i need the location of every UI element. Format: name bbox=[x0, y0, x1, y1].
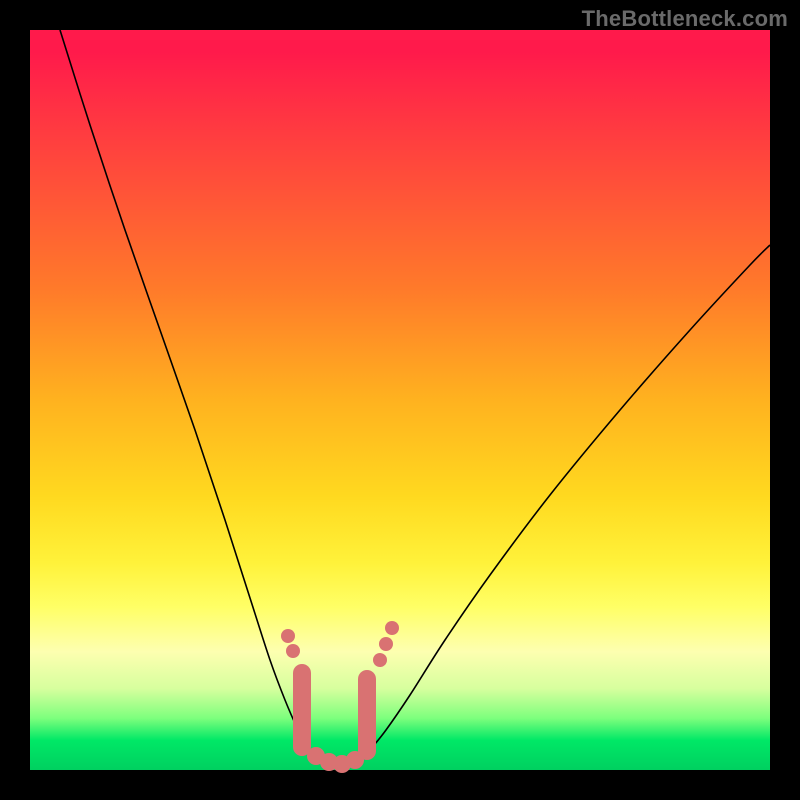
valley-marker-dot bbox=[286, 644, 300, 658]
watermark-text: TheBottleneck.com bbox=[582, 6, 788, 32]
curve-right-branch bbox=[370, 245, 770, 750]
valley-marker-dot bbox=[379, 637, 393, 651]
chart-frame: TheBottleneck.com bbox=[0, 0, 800, 800]
valley-marker-segment bbox=[293, 664, 311, 756]
marker-cluster bbox=[281, 621, 399, 773]
valley-marker-segment bbox=[358, 670, 376, 760]
valley-marker-dot bbox=[281, 629, 295, 643]
curve-layer bbox=[30, 30, 770, 770]
valley-marker-dot bbox=[373, 653, 387, 667]
curve-left-branch bbox=[60, 30, 308, 750]
valley-marker-dot bbox=[385, 621, 399, 635]
plot-area bbox=[30, 30, 770, 770]
